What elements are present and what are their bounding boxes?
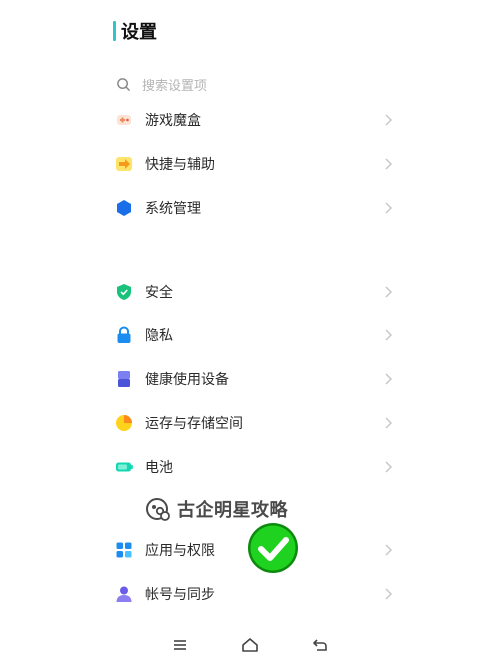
settings-item-label: 游戏魔盒 [145,113,201,129]
settings-item-security[interactable]: 安全 [113,277,393,307]
home-icon [242,638,258,652]
watermark: 古企明星攻略 [145,494,288,524]
watermark-text: 古企明星攻略 [177,500,288,521]
chevron-right-icon [385,588,393,600]
settings-item-label: 运存与存储空间 [145,416,243,432]
title-accent-bar [113,21,116,41]
settings-item-label: 健康使用设备 [145,372,229,388]
settings-item-label: 快捷与辅助 [145,157,215,173]
search-placeholder: 搜索设置项 [142,78,208,94]
chevron-right-icon [385,544,393,556]
search-bar[interactable]: 搜索设置项 [116,74,207,94]
hourglass-icon [113,368,135,390]
chevron-right-icon [385,417,393,429]
page-title: 设置 [121,22,157,43]
home-button[interactable] [239,636,261,654]
settings-item-label: 帐号与同步 [145,587,215,603]
settings-item-label: 系统管理 [145,201,201,217]
chevron-right-icon [385,202,393,214]
chevron-right-icon [385,329,393,341]
menu-icon [174,640,186,650]
chevron-right-icon [385,373,393,385]
watermark-logo-icon [146,498,170,521]
settings-item-label: 电池 [145,460,173,476]
chevron-right-icon [385,461,393,473]
settings-item-privacy[interactable]: 隐私 [113,320,393,350]
shortcut-arrow-icon [113,153,135,175]
menu-button[interactable] [169,636,191,654]
settings-item-shortcuts[interactable]: 快捷与辅助 [113,149,393,179]
search-icon [117,77,130,91]
navigation-bar [0,632,500,657]
shield-icon [113,281,135,303]
settings-item-storage[interactable]: 运存与存储空间 [113,408,393,438]
chevron-right-icon [385,286,393,298]
back-button[interactable] [309,636,331,654]
back-icon [313,639,327,651]
settings-item-game-box[interactable]: 游戏魔盒 [113,105,393,135]
apps-grid-icon [113,539,135,561]
settings-item-system[interactable]: 系统管理 [113,193,393,223]
system-hexagon-icon [113,197,135,219]
battery-icon [113,456,135,478]
settings-item-label: 安全 [145,285,173,301]
game-box-icon [113,109,135,131]
settings-item-account[interactable]: 帐号与同步 [113,579,393,609]
check-circle-icon [248,523,298,573]
storage-pie-icon [113,412,135,434]
settings-item-digital-wellbeing[interactable]: 健康使用设备 [113,364,393,394]
settings-item-battery[interactable]: 电池 [113,452,393,482]
account-icon [113,583,135,605]
lock-icon [113,324,135,346]
page-header: 设置 [113,18,157,44]
chevron-right-icon [385,158,393,170]
settings-item-label: 隐私 [145,328,173,344]
chevron-right-icon [385,114,393,126]
